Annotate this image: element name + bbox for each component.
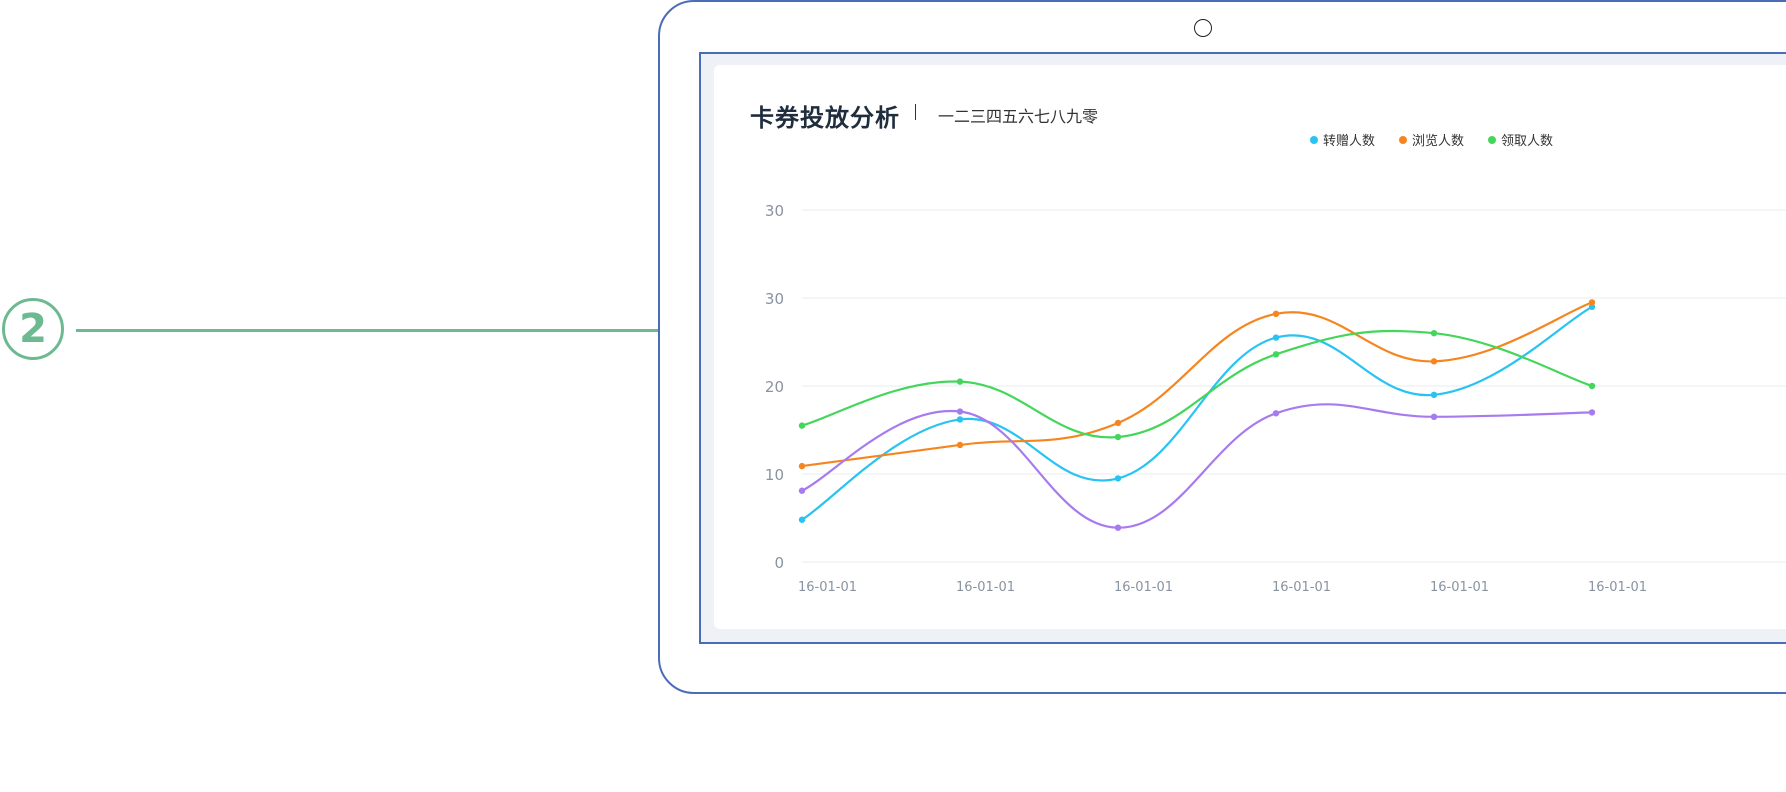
x-tick-label: 16-01-01	[1588, 580, 1647, 595]
x-tick-label: 16-01-01	[956, 580, 1015, 595]
y-tick-label: 0	[774, 554, 784, 572]
series-line-3	[801, 403, 1593, 529]
series-line-0	[801, 305, 1593, 521]
plot-area: 0 10 20 30 30 16-01-01 16-01-01 16-01-01 16-01-0…	[765, 202, 1786, 595]
data-point	[1272, 410, 1280, 417]
y-tick-label: 10	[765, 466, 784, 484]
data-point	[1272, 334, 1280, 341]
data-point	[956, 416, 964, 423]
data-point	[1430, 358, 1438, 365]
data-point	[1272, 351, 1280, 358]
x-tick-label: 16-01-01	[798, 580, 857, 595]
data-point	[1430, 391, 1438, 398]
data-point	[798, 462, 806, 470]
data-point	[798, 487, 806, 494]
data-point	[1114, 419, 1122, 427]
y-tick-label: 30	[765, 202, 784, 220]
data-point	[1272, 310, 1280, 318]
data-point	[1588, 409, 1596, 416]
y-tick-label: 30	[765, 290, 784, 308]
data-point	[798, 516, 806, 523]
data-point	[1114, 433, 1122, 441]
data-point	[956, 408, 964, 415]
data-point	[1114, 475, 1122, 482]
data-point	[1588, 299, 1596, 306]
line-chart: 0 10 20 30 30 16-01-01 16-01-01 16-01-01 16-01-0…	[765, 202, 1786, 595]
x-tick-label: 16-01-01	[1272, 580, 1331, 595]
data-point	[1430, 330, 1438, 337]
x-tick-label: 16-01-01	[1114, 580, 1173, 595]
data-point	[1114, 524, 1122, 531]
data-point	[956, 378, 964, 385]
data-point	[956, 441, 964, 449]
y-tick-label: 20	[765, 378, 784, 396]
data-point	[798, 422, 806, 429]
data-point	[1588, 382, 1596, 390]
data-point	[1430, 413, 1438, 420]
x-tick-label: 16-01-01	[1430, 580, 1489, 595]
